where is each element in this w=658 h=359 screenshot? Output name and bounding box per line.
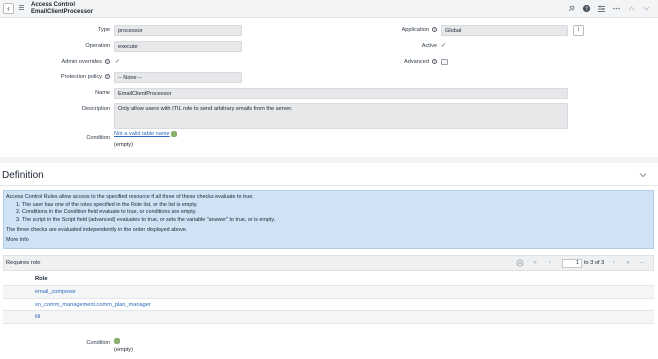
condition-builder-icon[interactable] xyxy=(171,130,177,137)
name-field[interactable]: EmailClientProcessor xyxy=(114,87,568,99)
description-label: Description xyxy=(82,106,110,112)
help-icon[interactable]: ? xyxy=(582,4,591,13)
related-list-title: Requires role xyxy=(6,259,41,266)
pin-icon[interactable] xyxy=(567,4,576,13)
info-line: 3. The script in the Script field (advan… xyxy=(16,216,276,223)
definition-rule xyxy=(0,185,658,186)
bottom-condition-label: Condition xyxy=(86,340,110,346)
more-info-link[interactable]: More Info xyxy=(6,237,29,244)
active-check-icon[interactable]: ✓ xyxy=(441,42,446,49)
settings-icon[interactable] xyxy=(597,4,606,13)
pager-text: to 3 of 3 xyxy=(584,260,605,266)
condition-link[interactable]: Not a valid table name xyxy=(114,131,170,137)
info-icon[interactable]: i xyxy=(573,24,584,36)
advanced-checkbox[interactable] xyxy=(441,58,448,65)
name-label: Name xyxy=(95,90,110,96)
down-icon[interactable] xyxy=(642,4,651,13)
protection-policy-select[interactable]: -- None -- xyxy=(114,71,242,83)
table-row: sn_comm_management.comm_plan_manager xyxy=(3,299,654,311)
operation-label: Operation xyxy=(85,43,110,49)
context-menu-icon[interactable] xyxy=(19,5,25,11)
column-header-role[interactable]: Role xyxy=(3,272,654,286)
role-link[interactable]: itil xyxy=(35,314,40,320)
info-line: The three checks are evaluated independe… xyxy=(6,226,188,233)
table-row: itil xyxy=(3,311,654,324)
section-divider xyxy=(0,157,658,163)
operation-field[interactable]: execute xyxy=(114,40,242,52)
help-icon[interactable]: ? xyxy=(104,58,110,65)
role-link[interactable]: email_composer xyxy=(35,289,76,295)
application-label: Application ? xyxy=(401,26,437,33)
first-page-icon[interactable]: « xyxy=(531,259,539,267)
back-button[interactable]: ‹ xyxy=(3,3,14,14)
type-field[interactable]: processor xyxy=(114,24,242,36)
condition-empty-text: (empty) xyxy=(114,142,133,148)
next-page-icon[interactable]: › xyxy=(610,259,618,267)
info-line: 2. Conditions in the Condition field eva… xyxy=(16,209,197,215)
more-icon[interactable] xyxy=(612,4,621,13)
collapse-chevron-icon[interactable] xyxy=(639,172,647,178)
description-field[interactable]: Only allow users with ITIL role to send … xyxy=(114,102,568,129)
help-icon[interactable]: ? xyxy=(104,73,110,80)
back-arrow-icon: ‹ xyxy=(7,3,10,13)
info-line: Access Control Rules allow access to the… xyxy=(6,194,254,200)
form-header xyxy=(0,0,658,18)
condition-label: Condition xyxy=(86,135,110,141)
help-icon[interactable]: ? xyxy=(431,26,437,33)
prev-page-icon[interactable]: ‹ xyxy=(546,259,554,267)
type-label: Type xyxy=(97,27,110,33)
table-row: email_composer xyxy=(3,286,654,299)
definition-title: Definition xyxy=(2,170,44,181)
role-link[interactable]: sn_comm_management.comm_plan_manager xyxy=(35,302,151,308)
related-list-header xyxy=(3,255,654,271)
condition-value: Not a valid table name xyxy=(114,130,177,138)
bottom-condition-empty: (empty) xyxy=(114,347,133,353)
up-icon[interactable] xyxy=(627,4,636,13)
admin-overrides-check-icon[interactable]: ✓ xyxy=(115,58,120,65)
admin-overrides-label: Admin overrides ? xyxy=(61,58,110,65)
advanced-label: Advanced ? xyxy=(404,58,437,65)
record-name: EmailClientProcessor xyxy=(31,8,94,15)
condition-builder-icon[interactable] xyxy=(114,337,120,344)
application-field[interactable]: Global xyxy=(441,24,568,36)
active-label: Active xyxy=(421,43,437,49)
collapse-list-icon[interactable]: – xyxy=(638,259,646,267)
svg-text:?: ? xyxy=(585,6,588,12)
list-settings-icon[interactable] xyxy=(516,259,524,267)
page-input[interactable]: 1 xyxy=(562,258,582,268)
info-line: 1. The user has one of the roles specifi… xyxy=(16,201,198,208)
help-icon[interactable]: ? xyxy=(431,58,437,65)
last-page-icon[interactable]: » xyxy=(624,259,632,267)
protection-policy-label: Protection policy ? xyxy=(60,73,110,80)
